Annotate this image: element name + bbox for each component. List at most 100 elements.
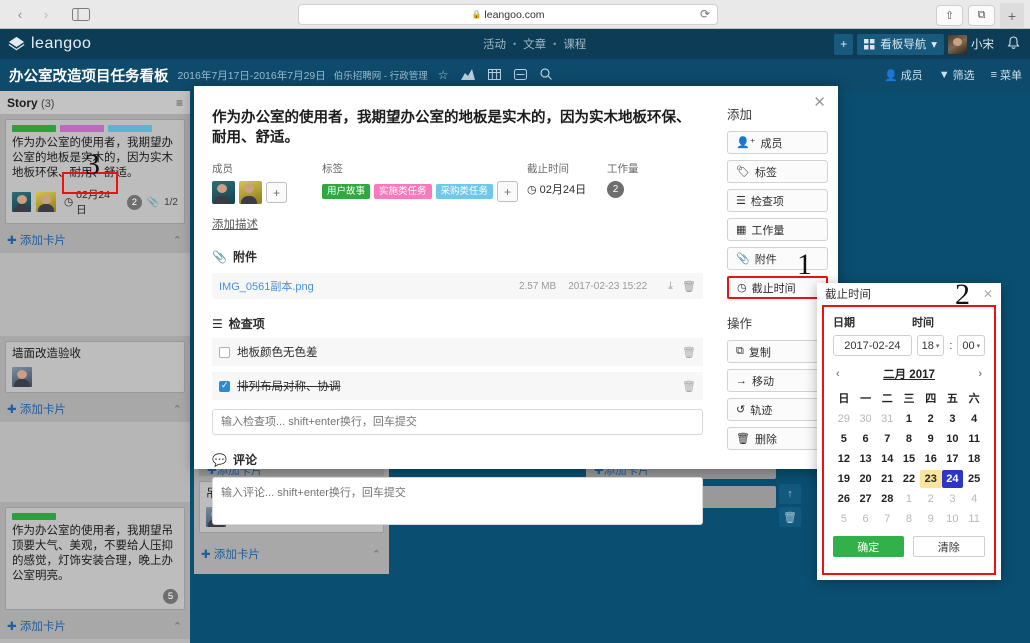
calendar-day[interactable]: 24 [941, 470, 964, 488]
tag-chip[interactable]: 实施类任务 [374, 183, 432, 200]
chart-icon[interactable] [461, 68, 476, 82]
add-card-row[interactable]: ✚ 添加卡片 ⌃ [5, 398, 185, 422]
confirm-button[interactable]: 确定 [833, 536, 904, 557]
trash-icon[interactable]: 🗑 [682, 346, 696, 359]
effort-value[interactable]: 2 [607, 181, 624, 198]
add-card-row[interactable]: ✚ 添加卡片 ⌃ [5, 615, 185, 639]
calendar-day[interactable]: 14 [876, 450, 898, 468]
table-icon[interactable] [488, 68, 502, 82]
add-description-link[interactable]: 添加描述 [212, 216, 703, 232]
add-member-action[interactable]: 👤⁺ 成员 [727, 131, 828, 154]
close-icon[interactable]: ✕ [983, 287, 993, 301]
column-menu-icon[interactable]: ≡ [176, 96, 183, 110]
avatar[interactable] [212, 181, 235, 204]
forward-icon[interactable]: › [34, 4, 58, 24]
calendar-day[interactable]: 6 [855, 430, 877, 448]
calendar-day[interactable]: 20 [855, 470, 877, 488]
notification-bell-icon[interactable] [1002, 35, 1025, 53]
avatar[interactable] [239, 181, 262, 204]
copy-action[interactable]: ⧉ 复制 [727, 340, 828, 363]
calendar-day[interactable]: 9 [920, 510, 942, 528]
add-member-button[interactable]: + [266, 182, 287, 203]
search-icon[interactable] [540, 68, 553, 82]
calendar-day[interactable]: 5 [833, 510, 855, 528]
due-value[interactable]: ◷ 02月24日 [527, 181, 607, 197]
calendar-day[interactable]: 22 [898, 470, 920, 488]
board-filter-button[interactable]: ▼ 筛选 [939, 67, 975, 83]
checklist-item[interactable]: 排列布局对称、协调 🗑 [212, 372, 703, 400]
nav-link-course[interactable]: 课程 [563, 36, 586, 52]
calendar-day[interactable]: 29 [833, 410, 855, 428]
nav-link-article[interactable]: 文章 [523, 36, 546, 52]
add-attachment-action[interactable]: 📎 附件 [727, 247, 828, 270]
calendar-day[interactable]: 10 [942, 430, 964, 448]
calendar-day[interactable]: 7 [876, 510, 898, 528]
calendar-day[interactable]: 9 [920, 430, 942, 448]
reload-icon[interactable]: ⟳ [700, 7, 710, 21]
add-effort-action[interactable]: ▦ 工作量 [727, 218, 828, 241]
calendar-day[interactable]: 10 [942, 510, 964, 528]
tag-chip[interactable]: 采购类任务 [435, 183, 494, 200]
calendar-day[interactable]: 17 [942, 450, 964, 468]
add-card-row[interactable]: ✚ 添加卡片 ⌃ [199, 543, 384, 567]
calendar-day[interactable]: 21 [876, 470, 898, 488]
calendar-day[interactable]: 1 [898, 490, 920, 508]
calendar-day[interactable]: 26 [833, 490, 855, 508]
calendar-day[interactable]: 31 [876, 410, 898, 428]
list-item[interactable]: 墙面改造验收 [5, 341, 185, 393]
add-tag-action[interactable]: 🏷 标签 [727, 160, 828, 183]
add-button[interactable]: + [834, 33, 854, 55]
download-icon[interactable]: ⤓ [668, 280, 673, 293]
prev-month-button[interactable]: ‹ [836, 368, 840, 380]
checkbox[interactable] [219, 380, 230, 392]
trash-icon[interactable]: 🗑 [779, 507, 801, 527]
calendar-day[interactable]: 8 [898, 430, 920, 448]
calendar-day[interactable]: 7 [876, 430, 898, 448]
list-item[interactable]: 作为办公室的使用者，我期望吊顶要大气、美观，不要给人压抑的感觉，灯饰安装合理，晚… [5, 507, 185, 610]
tag-chip[interactable]: 用户故事 [322, 183, 371, 200]
calendar-day[interactable]: 30 [855, 410, 877, 428]
calendar-day[interactable]: 11 [963, 430, 985, 448]
calendar-day[interactable]: 3 [942, 410, 964, 428]
hour-select[interactable]: 18 ▾ [916, 335, 945, 356]
add-checklist-action[interactable]: ☰ 检查项 [727, 189, 828, 212]
add-card-label[interactable]: ✚ 添加卡片 [7, 618, 66, 634]
board-members-button[interactable]: 👤 成员 [884, 67, 923, 83]
collapse-icon[interactable]: ⌃ [173, 620, 182, 633]
user-menu[interactable]: 小宋 [948, 34, 998, 54]
next-month-button[interactable]: › [978, 368, 982, 380]
calendar-day[interactable]: 11 [963, 510, 985, 528]
calendar-day[interactable]: 1 [898, 410, 920, 428]
brand-logo[interactable]: leangoo [8, 35, 91, 53]
move-up-icon[interactable]: ↑ [779, 484, 801, 504]
add-due-date-action[interactable]: ◷ 截止时间 [727, 276, 828, 299]
move-action[interactable]: → 移动 [727, 369, 828, 392]
back-icon[interactable]: ‹ [8, 4, 32, 24]
add-card-row[interactable]: ✚ 添加卡片 ⌃ [5, 229, 185, 253]
collapse-icon[interactable]: ⌃ [173, 403, 182, 416]
delete-action[interactable]: 🗑 删除 [727, 427, 828, 450]
checkbox[interactable] [219, 346, 230, 358]
date-input[interactable]: 2017-02-24 [833, 335, 912, 356]
history-action[interactable]: ↺ 轨迹 [727, 398, 828, 421]
address-bar[interactable]: 🔒 leangoo.com [298, 4, 718, 25]
board-menu-button[interactable]: ≡ 菜单 [991, 67, 1022, 83]
sidebar-toggle-icon[interactable] [68, 5, 94, 24]
collapse-icon[interactable]: ⌃ [173, 234, 182, 247]
calendar-day[interactable]: 3 [942, 490, 964, 508]
calendar-day[interactable]: 8 [898, 510, 920, 528]
calendar-day[interactable]: 13 [855, 450, 877, 468]
attachment-name[interactable]: IMG_0561副本.png [219, 278, 519, 294]
calendar-day[interactable]: 16 [920, 450, 942, 468]
calendar-day[interactable]: 18 [963, 450, 985, 468]
layout-icon[interactable] [514, 68, 528, 82]
calendar-day[interactable]: 4 [963, 490, 985, 508]
checklist-item[interactable]: 地板颜色无色差 🗑 [212, 338, 703, 366]
calendar-day[interactable]: 4 [963, 410, 985, 428]
calendar-day[interactable]: 23 [919, 470, 942, 488]
calendar-day[interactable]: 15 [898, 450, 920, 468]
calendar-day[interactable]: 12 [833, 450, 855, 468]
board-nav-button[interactable]: 看板导航 ▾ [857, 33, 944, 55]
add-card-label[interactable]: ✚ 添加卡片 [7, 401, 66, 417]
collapse-icon[interactable]: ⌃ [372, 548, 381, 561]
